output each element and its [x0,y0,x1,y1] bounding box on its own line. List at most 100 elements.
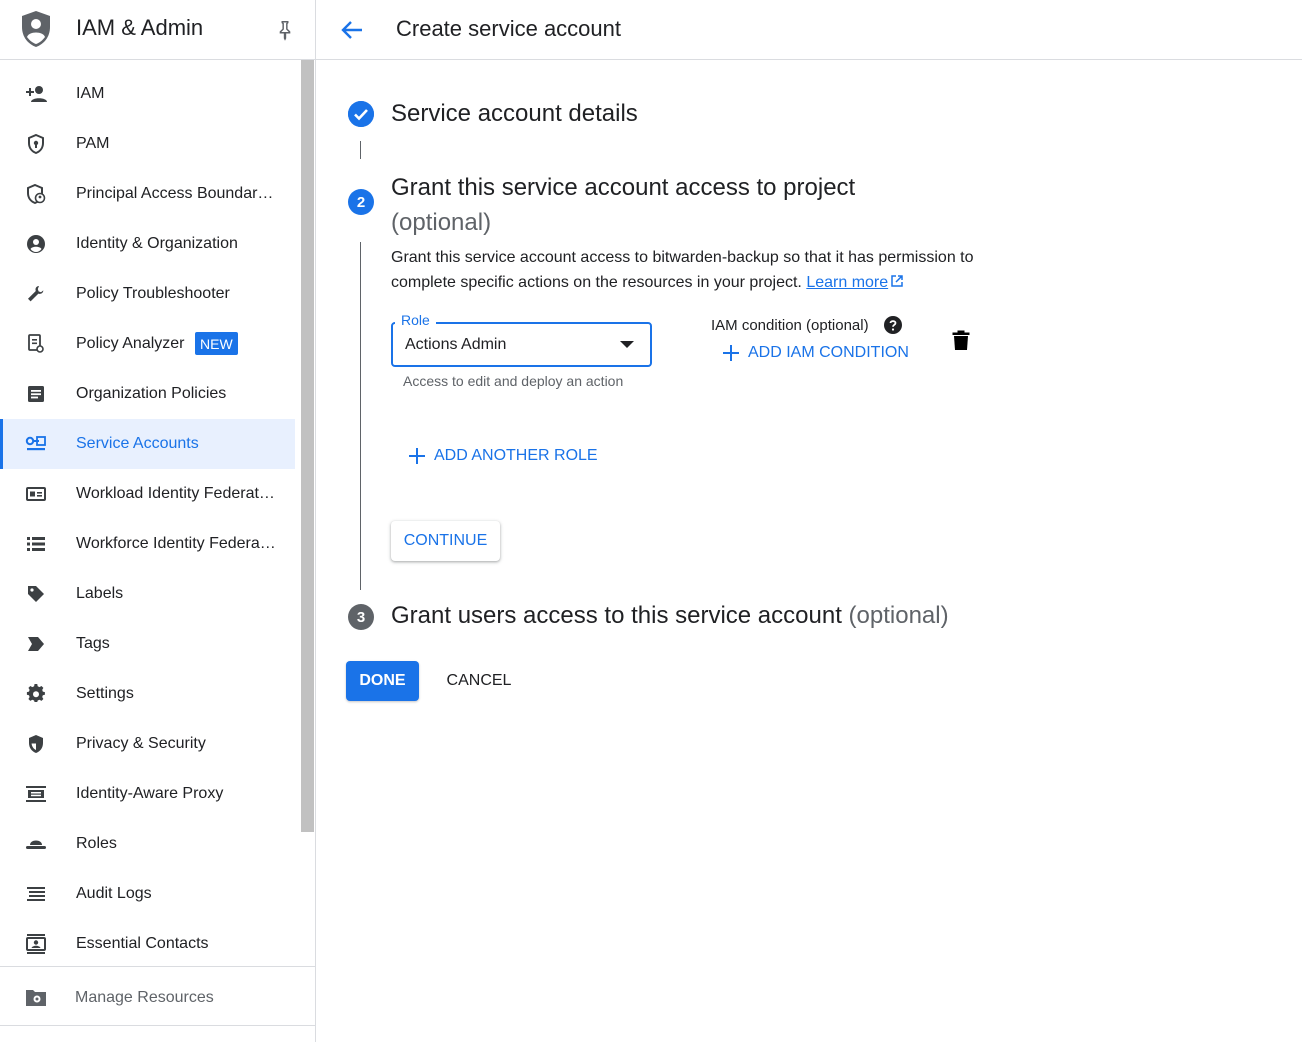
back-arrow-icon[interactable] [338,16,366,44]
add-another-role-button[interactable]: ADD ANOTHER ROLE [409,444,598,468]
step-optional-label: (optional) [391,209,492,236]
sidebar-item-roles[interactable]: Roles [0,819,295,869]
sidebar-item-label: Organization Policies [76,385,227,402]
sidebar-item-label: Essential Contacts [76,935,209,952]
id-card-icon [24,483,48,505]
wrench-icon [24,283,48,305]
add-iam-condition-label: ADD IAM CONDITION [748,344,909,361]
sidebar-item-pam[interactable]: PAM [0,119,295,169]
sidebar-item-label: Service Accounts [76,435,199,452]
plus-icon [723,345,739,361]
sidebar-item-label: Identity-Aware Proxy [76,785,224,802]
shield-icon [24,733,48,755]
sidebar-item-privacy-security[interactable]: Privacy & Security [0,719,295,769]
folder-settings-icon [26,990,46,1006]
dropdown-caret-icon [620,341,634,348]
step-title-grant-users-access: Grant users access to this service accou… [391,602,949,630]
role-select[interactable]: Actions Admin [391,322,652,367]
sidebar-item-label: IAM [76,85,105,102]
sidebar: IAM & Admin IAM PAM Principal Access Bou… [0,0,316,1042]
sidebar-item-policy-troubleshooter[interactable]: Policy Troubleshooter [0,269,295,319]
sidebar-item-service-accounts[interactable]: Service Accounts [0,419,295,469]
list-icon [24,533,48,555]
step-title-text: Grant this service account access to pro… [391,174,856,201]
pin-icon[interactable] [274,19,296,41]
learn-more-link[interactable]: Learn more [806,274,888,291]
sidebar-item-label: Privacy & Security [76,735,206,752]
step-complete-check-icon [348,101,374,127]
sidebar-item-essential-contacts[interactable]: Essential Contacts [0,919,295,969]
sidebar-item-label: Workload Identity Federat… [76,485,275,502]
sidebar-item-labels[interactable]: Labels [0,569,295,619]
shield-lock-icon [24,133,48,155]
sidebar-item-audit-logs[interactable]: Audit Logs [0,869,295,919]
sidebar-item-settings[interactable]: Settings [0,669,295,719]
sidebar-item-label: Principal Access Boundar… [76,185,274,202]
label-tag-icon [24,583,48,605]
contacts-icon [24,933,48,955]
sidebar-item-identity-organization[interactable]: Identity & Organization [0,219,295,269]
account-circle-icon [24,233,48,255]
step-optional-label: (optional) [848,602,949,629]
iam-condition-label: IAM condition (optional) [711,317,869,334]
shield-person-icon [24,183,48,205]
gear-icon [24,683,48,705]
page-title: Create service account [396,16,621,41]
sidebar-item-label: Labels [76,585,124,602]
sidebar-item-label: Workforce Identity Federa… [76,535,276,552]
sidebar-item-label: Settings [76,685,134,702]
sidebar-header: IAM & Admin [0,0,315,60]
new-badge: NEW [195,332,238,355]
sidebar-item-principal-access-boundary[interactable]: Principal Access Boundar… [0,169,295,219]
step-number-badge: 3 [348,604,374,630]
sidebar-item-tags[interactable]: Tags [0,619,295,669]
step-connector [360,141,361,159]
sidebar-nav: IAM PAM Principal Access Boundar… Identi… [0,69,296,969]
sidebar-item-workforce-identity-federation[interactable]: Workforce Identity Federa… [0,519,295,569]
sidebar-item-label: Tags [76,635,110,652]
sidebar-item-manage-resources[interactable]: Manage Resources [0,966,315,1026]
role-field-label: Role [395,312,436,328]
step-title-service-account-details: Service account details [391,100,638,127]
step-connector [360,242,361,590]
add-iam-condition-button[interactable]: ADD IAM CONDITION [723,341,909,365]
help-icon[interactable] [884,316,902,334]
sidebar-item-organization-policies[interactable]: Organization Policies [0,369,295,419]
person-add-icon [24,83,48,105]
add-another-role-label: ADD ANOTHER ROLE [434,447,598,464]
external-link-icon [891,275,903,287]
cancel-button[interactable]: CANCEL [436,661,522,701]
page-header: Create service account [316,0,1302,60]
sidebar-item-label: PAM [76,135,110,152]
sidebar-scrollbar[interactable] [301,60,314,832]
sidebar-item-label: Audit Logs [76,885,152,902]
sidebar-item-identity-aware-proxy[interactable]: Identity-Aware Proxy [0,769,295,819]
sidebar-item-label: Roles [76,835,117,852]
article-icon [24,383,48,405]
step-description: Grant this service account access to bit… [391,245,1001,295]
role-description-hint: Access to edit and deploy an action [403,373,624,389]
policy-doc-icon [24,333,48,355]
step-number-badge: 2 [348,189,374,215]
delete-trash-icon[interactable] [952,330,970,351]
sidebar-item-workload-identity-federation[interactable]: Workload Identity Federat… [0,469,295,519]
hat-icon [24,833,48,855]
step-title-text: Grant users access to this service accou… [391,602,842,629]
lines-icon [24,883,48,905]
product-title: IAM & Admin [76,15,204,40]
plus-icon [409,448,425,464]
tag-arrow-icon [24,633,48,655]
continue-button[interactable]: CONTINUE [391,521,500,561]
proxy-icon [24,783,48,805]
role-select-value: Actions Admin [405,336,507,353]
service-account-icon [24,433,48,455]
sidebar-footer-label: Manage Resources [75,989,214,1006]
iam-shield-logo-icon [22,11,50,47]
sidebar-item-policy-analyzer[interactable]: Policy Analyzer NEW [0,319,295,369]
step-title-grant-access: Grant this service account access to pro… [391,170,911,240]
sidebar-item-label: Policy Analyzer [76,335,185,352]
sidebar-item-label: Policy Troubleshooter [76,285,230,302]
done-button[interactable]: DONE [346,661,419,701]
sidebar-item-label: Identity & Organization [76,235,238,252]
sidebar-item-iam[interactable]: IAM [0,69,295,119]
